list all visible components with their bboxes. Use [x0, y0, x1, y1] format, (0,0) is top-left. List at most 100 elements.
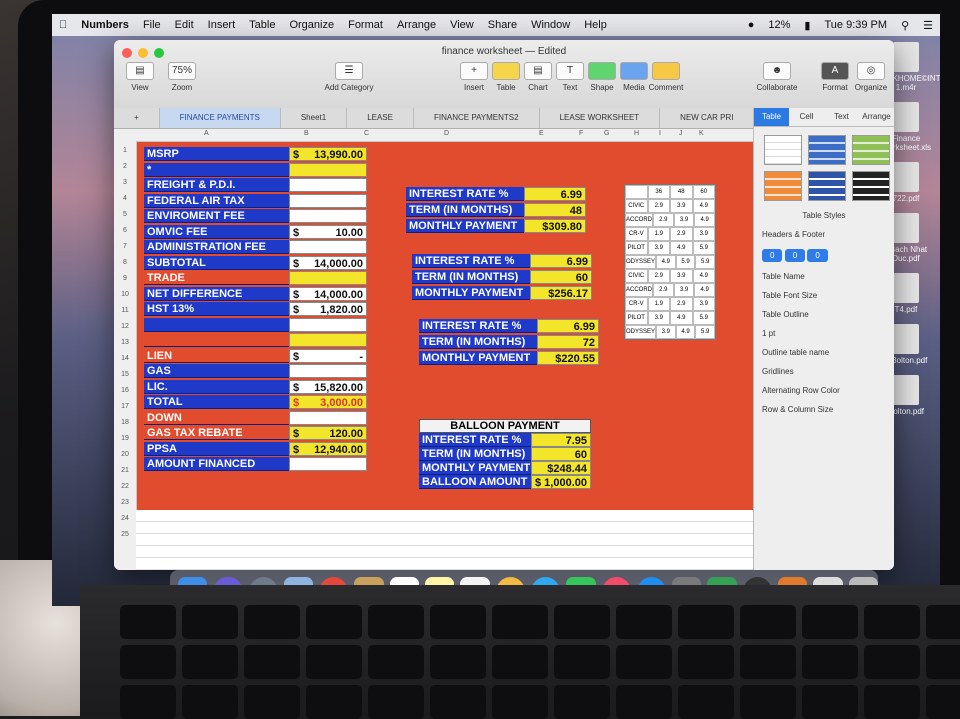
- row-value-cell[interactable]: [289, 271, 367, 285]
- apple-icon[interactable]: : [59, 19, 67, 31]
- row-header[interactable]: 7: [114, 243, 136, 250]
- column-header[interactable]: G: [604, 130, 609, 137]
- menu-window[interactable]: Window: [531, 19, 570, 31]
- rate-label[interactable]: MONTHLY PAYMENT: [412, 286, 530, 300]
- footer-rows-stepper[interactable]: 0: [807, 249, 828, 262]
- tab-cell[interactable]: Cell: [789, 108, 824, 126]
- table-style-option[interactable]: [852, 135, 890, 165]
- row-value-cell[interactable]: [289, 410, 367, 425]
- rate-value[interactable]: 60: [530, 270, 592, 284]
- balloon-value-cell[interactable]: $248.44: [531, 461, 591, 475]
- tab-finance-payments[interactable]: FINANCE PAYMENTS: [159, 108, 281, 128]
- format-button[interactable]: A Format: [818, 62, 852, 92]
- lookup-model[interactable]: CR-V: [625, 227, 648, 241]
- row-header[interactable]: 20: [114, 451, 136, 458]
- table-style-option[interactable]: [808, 135, 846, 165]
- lookup-rate[interactable]: 2.9: [653, 213, 674, 227]
- row-value-cell[interactable]: $14,000.00: [289, 255, 367, 270]
- lookup-rate[interactable]: 3.9: [673, 283, 695, 297]
- column-header[interactable]: F: [579, 130, 583, 137]
- tab-finance-payments2[interactable]: FINANCE PAYMENTS2: [414, 108, 540, 128]
- menu-format[interactable]: Format: [348, 19, 383, 31]
- row-header[interactable]: 13: [114, 339, 136, 346]
- lookup-model[interactable]: PILOT: [625, 241, 648, 255]
- row-value-cell[interactable]: $13,990.00: [289, 147, 367, 161]
- row-label[interactable]: TOTAL: [144, 395, 289, 409]
- collaborate-button[interactable]: ☻ Collaborate: [752, 62, 802, 92]
- lookup-model[interactable]: ACCORD: [625, 283, 654, 297]
- row-value-cell[interactable]: [289, 209, 367, 223]
- row-label[interactable]: ADMINISTRATION FEE: [144, 240, 289, 254]
- lookup-rate[interactable]: 4.9: [692, 269, 715, 283]
- header-rows-stepper[interactable]: 0: [762, 249, 783, 262]
- row-header[interactable]: 6: [114, 227, 136, 234]
- wifi-icon[interactable]: ●: [748, 19, 755, 31]
- row-value-cell[interactable]: [289, 333, 367, 347]
- lookup-rate[interactable]: 3.9: [656, 325, 676, 339]
- alternating-row-checkbox[interactable]: Alternating Row Color: [762, 386, 886, 395]
- row-label[interactable]: HST 13%: [144, 302, 289, 316]
- rate-label[interactable]: TERM (IN MONTHS): [412, 270, 530, 284]
- row-label[interactable]: NET DIFFERENCE: [144, 286, 289, 301]
- lookup-rate[interactable]: 3.9: [692, 227, 715, 241]
- lookup-rate[interactable]: 2.9: [647, 199, 670, 213]
- lookup-rate[interactable]: 4.9: [692, 199, 715, 213]
- row-header[interactable]: 25: [114, 531, 136, 538]
- tab-lease-worksheet[interactable]: LEASE WORKSHEET: [540, 108, 661, 128]
- balloon-label[interactable]: BALLOON AMOUNT: [419, 475, 531, 489]
- row-header[interactable]: 24: [114, 515, 136, 522]
- lookup-term-header[interactable]: 60: [692, 185, 715, 199]
- lookup-rate[interactable]: 3.9: [670, 269, 693, 283]
- row-label[interactable]: SUBTOTAL: [144, 255, 289, 270]
- row-header[interactable]: 21: [114, 467, 136, 474]
- row-header[interactable]: 2: [114, 163, 136, 170]
- balloon-label[interactable]: INTEREST RATE %: [419, 433, 531, 447]
- rate-value[interactable]: $220.55: [537, 351, 599, 365]
- menu-organize[interactable]: Organize: [289, 19, 334, 31]
- lookup-rate[interactable]: 3.9: [673, 213, 695, 227]
- row-header[interactable]: 3: [114, 179, 136, 186]
- rate-label[interactable]: INTEREST RATE %: [412, 254, 530, 268]
- rate-value[interactable]: 72: [537, 335, 599, 349]
- notification-icon[interactable]: ☰: [923, 19, 933, 32]
- row-value-cell[interactable]: $1,820.00: [289, 302, 367, 316]
- lookup-rate[interactable]: 5.9: [692, 241, 715, 255]
- row-header[interactable]: 23: [114, 499, 136, 506]
- row-header[interactable]: 15: [114, 371, 136, 378]
- lookup-model[interactable]: ODYSSEY: [625, 325, 657, 339]
- row-value-cell[interactable]: $120.00: [289, 426, 367, 440]
- lookup-rate[interactable]: 1.9: [647, 227, 670, 241]
- rate-label[interactable]: INTEREST RATE %: [419, 319, 537, 333]
- lookup-rate[interactable]: 4.9: [694, 213, 715, 227]
- lookup-rate[interactable]: 2.9: [670, 227, 693, 241]
- tab-text[interactable]: Text: [824, 108, 859, 126]
- rate-value[interactable]: 6.99: [524, 187, 586, 201]
- tab-sheet1[interactable]: Sheet1: [281, 108, 348, 128]
- row-label[interactable]: GAS: [144, 364, 289, 378]
- lookup-rate[interactable]: 5.9: [692, 311, 715, 325]
- row-label[interactable]: OMVIC FEE: [144, 224, 289, 239]
- menu-edit[interactable]: Edit: [175, 19, 194, 31]
- row-header[interactable]: 19: [114, 435, 136, 442]
- balloon-value-cell[interactable]: 7.95: [531, 433, 591, 447]
- menu-file[interactable]: File: [143, 19, 161, 31]
- tab-new-car-pri[interactable]: NEW CAR PRI: [660, 108, 755, 128]
- tab-lease[interactable]: LEASE: [347, 108, 414, 128]
- row-value-cell[interactable]: [289, 178, 367, 192]
- row-value-cell[interactable]: [289, 240, 367, 254]
- row-header[interactable]: 4: [114, 195, 136, 202]
- lookup-rate[interactable]: 4.9: [670, 241, 693, 255]
- table-style-option[interactable]: [808, 171, 846, 201]
- row-label[interactable]: GAS TAX REBATE: [144, 426, 289, 440]
- row-header[interactable]: 8: [114, 259, 136, 266]
- row-header[interactable]: 12: [114, 323, 136, 330]
- column-header[interactable]: C: [364, 130, 369, 137]
- row-label[interactable]: AMOUNT FINANCED: [144, 457, 289, 471]
- header-cols-stepper[interactable]: 0: [784, 249, 806, 262]
- lookup-rate[interactable]: 3.9: [670, 199, 693, 213]
- table-style-option[interactable]: [852, 171, 890, 201]
- row-header[interactable]: 16: [114, 387, 136, 394]
- row-value-cell[interactable]: $3,000.00: [289, 395, 367, 409]
- row-label[interactable]: TRADE: [144, 271, 289, 285]
- tab-arrange[interactable]: Arrange: [859, 108, 894, 126]
